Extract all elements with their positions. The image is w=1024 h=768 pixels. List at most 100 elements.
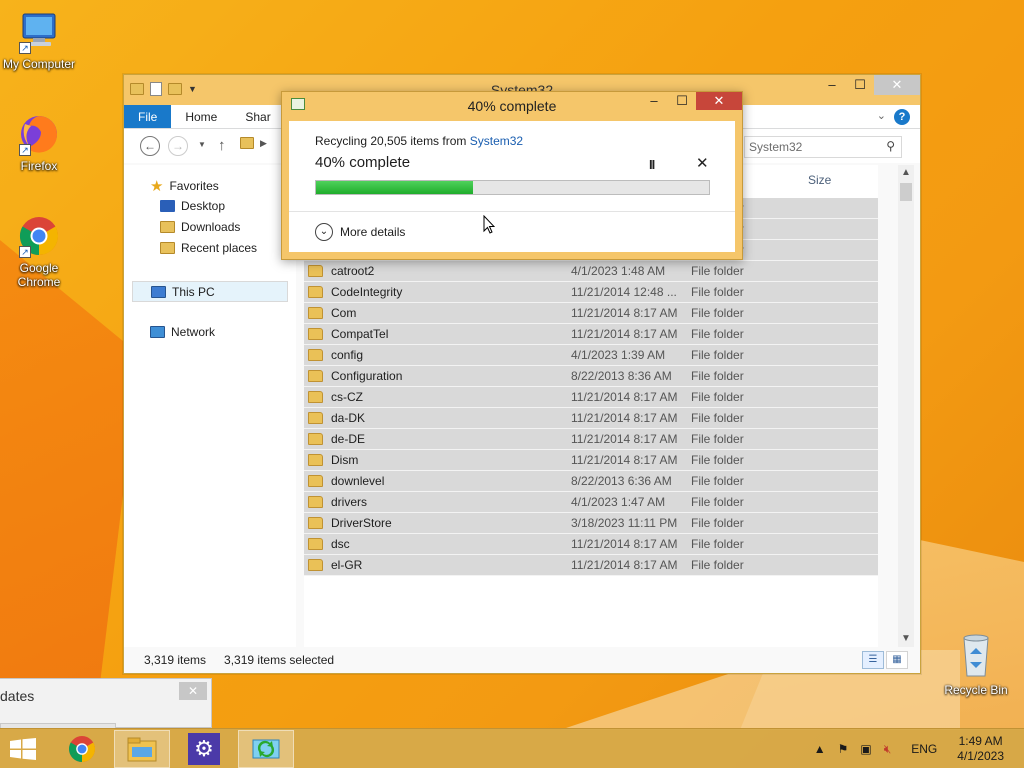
clock[interactable]: 1:49 AM 4/1/2023 <box>957 734 1004 764</box>
file-date-modified: 3/18/2023 11:11 PM <box>571 516 678 530</box>
volume-muted-icon[interactable]: 🔇︎ <box>884 742 892 757</box>
computer-icon: ↗ <box>17 10 61 54</box>
scroll-up-arrow-icon[interactable]: ▲ <box>898 165 914 181</box>
close-button[interactable]: ✕ <box>179 682 207 700</box>
taskbar-chrome[interactable] <box>54 730 110 768</box>
file-type: File folder <box>691 558 744 572</box>
file-type: File folder <box>691 390 744 404</box>
progress-dialog: 40% complete – ☐ ✕ Recycling 20,505 item… <box>281 91 743 260</box>
pause-icon[interactable]: II <box>649 157 655 172</box>
table-row[interactable]: dsc 11/21/2014 8:17 AM File folder <box>304 534 878 555</box>
vertical-scrollbar[interactable]: ▲ ▼ <box>898 165 914 647</box>
table-row[interactable]: catroot2 4/1/2023 1:48 AM File folder <box>304 261 878 282</box>
more-details-button[interactable]: ⌄ More details <box>315 223 405 241</box>
partial-window-title: dates <box>0 688 35 704</box>
folder-icon <box>308 286 323 298</box>
maximize-button[interactable]: ☐ <box>846 75 874 95</box>
recycling-status-prefix: Recycling 20,505 items from <box>315 134 470 148</box>
folder-icon <box>308 307 323 319</box>
desktop-icon-recycle-bin[interactable]: Recycle Bin <box>940 632 1012 697</box>
file-name: catroot2 <box>331 264 375 278</box>
chevron-down-icon[interactable]: ⌄ <box>877 109 886 122</box>
file-type: File folder <box>691 411 744 425</box>
table-row[interactable]: el-GR 11/21/2014 8:17 AM File folder <box>304 555 878 576</box>
scroll-thumb[interactable] <box>900 183 912 201</box>
file-name: cs-CZ <box>331 390 363 404</box>
show-hidden-icons-chevron-icon[interactable]: ▲ <box>814 742 826 756</box>
tab-share[interactable]: Shar <box>231 105 284 128</box>
table-row[interactable]: cs-CZ 11/21/2014 8:17 AM File folder <box>304 387 878 408</box>
partial-updates-window[interactable]: dates ✕ <box>0 678 212 729</box>
maximize-button[interactable]: ☐ <box>668 92 696 110</box>
nav-item-favorites[interactable]: ★ Favorites <box>150 177 219 195</box>
folder-icon <box>308 433 323 445</box>
file-date-modified: 11/21/2014 8:17 AM <box>571 537 678 551</box>
status-bar: 3,319 items 3,319 items selected ☰ ▦ <box>124 647 920 673</box>
windows-start-icon[interactable] <box>8 738 38 760</box>
close-button[interactable]: ✕ <box>874 75 920 95</box>
progress-bar <box>315 180 710 195</box>
help-icon[interactable]: ? <box>894 109 910 125</box>
scroll-down-arrow-icon[interactable]: ▼ <box>898 631 914 647</box>
chevron-down-icon: ⌄ <box>315 223 333 241</box>
tab-home[interactable]: Home <box>171 105 231 128</box>
nav-item-recent-places[interactable]: Recent places <box>160 241 257 255</box>
language-indicator[interactable]: ENG <box>911 742 937 756</box>
taskbar-file-explorer[interactable] <box>114 730 170 768</box>
table-row[interactable]: config 4/1/2023 1:39 AM File folder <box>304 345 878 366</box>
folder-icon <box>308 412 323 424</box>
file-name: de-DE <box>331 432 366 446</box>
table-row[interactable]: de-DE 11/21/2014 8:17 AM File folder <box>304 429 878 450</box>
nav-item-desktop[interactable]: Desktop <box>160 199 225 213</box>
close-button[interactable]: ✕ <box>696 92 742 110</box>
table-row[interactable]: drivers 4/1/2023 1:47 AM File folder <box>304 492 878 513</box>
table-row[interactable]: Com 11/21/2014 8:17 AM File folder <box>304 303 878 324</box>
minimize-button[interactable]: – <box>640 92 668 110</box>
recycle-bin-icon <box>963 634 989 677</box>
chrome-icon: ↗ <box>17 214 61 258</box>
folder-icon <box>308 454 323 466</box>
downloads-folder-icon <box>160 221 175 233</box>
back-button[interactable]: ← <box>140 136 160 156</box>
forward-button[interactable]: → <box>168 136 188 156</box>
table-row[interactable]: da-DK 11/21/2014 8:17 AM File folder <box>304 408 878 429</box>
taskbar-sync-app[interactable] <box>238 730 294 768</box>
nav-item-network[interactable]: Network <box>150 325 215 339</box>
table-row[interactable]: CompatTel 11/21/2014 8:17 AM File folder <box>304 324 878 345</box>
file-type: File folder <box>691 453 744 467</box>
desktop-icon-firefox[interactable]: ↗ Firefox <box>0 112 78 173</box>
minimize-button[interactable]: – <box>818 75 846 95</box>
table-row[interactable]: Dism 11/21/2014 8:17 AM File folder <box>304 450 878 471</box>
table-row[interactable]: Configuration 8/22/2013 8:36 AM File folde… <box>304 366 878 387</box>
nav-item-this-pc[interactable]: This PC <box>132 281 288 302</box>
recent-locations-chevron-icon[interactable]: ▼ <box>198 140 206 149</box>
network-icon[interactable]: ▣ <box>860 742 871 756</box>
file-date-modified: 8/22/2013 8:36 AM <box>571 369 672 383</box>
file-type: File folder <box>691 348 744 362</box>
large-icons-view-icon[interactable]: ▦ <box>886 651 908 669</box>
address-bar[interactable]: ▶ <box>240 137 267 149</box>
cancel-icon[interactable]: ✕ <box>696 154 709 172</box>
action-center-flag-icon[interactable]: ⚑ <box>838 742 849 756</box>
recycling-status-text: Recycling 20,505 items from System32 <box>315 134 523 148</box>
dialog-titlebar[interactable]: 40% complete – ☐ ✕ <box>282 92 742 120</box>
file-name: CodeIntegrity <box>331 285 403 299</box>
column-header-size[interactable]: Size <box>808 173 831 187</box>
nav-item-downloads[interactable]: Downloads <box>160 220 240 234</box>
details-view-icon[interactable]: ☰ <box>862 651 884 669</box>
desktop-icon-my-computer[interactable]: ↗ My Computer <box>0 10 78 71</box>
table-row[interactable]: DriverStore 3/18/2023 11:11 PM File folder <box>304 513 878 534</box>
file-type: File folder <box>691 327 744 341</box>
table-row[interactable]: CodeIntegrity 11/21/2014 12:48 ... File fo… <box>304 282 878 303</box>
taskbar-settings[interactable]: ⚙ <box>176 730 232 768</box>
progress-bar-fill <box>316 181 474 194</box>
file-type: File folder <box>691 285 744 299</box>
source-folder-link[interactable]: System32 <box>470 134 523 148</box>
up-button[interactable]: ↑ <box>218 137 226 154</box>
folder-icon <box>308 475 323 487</box>
table-row[interactable]: downlevel 8/22/2013 6:36 AM File folder <box>304 471 878 492</box>
folder-icon <box>308 391 323 403</box>
tab-file[interactable]: File <box>124 105 172 128</box>
desktop-icon-google-chrome[interactable]: ↗ Google Chrome <box>0 214 78 289</box>
search-input[interactable]: System32 ⚲ <box>744 136 902 158</box>
